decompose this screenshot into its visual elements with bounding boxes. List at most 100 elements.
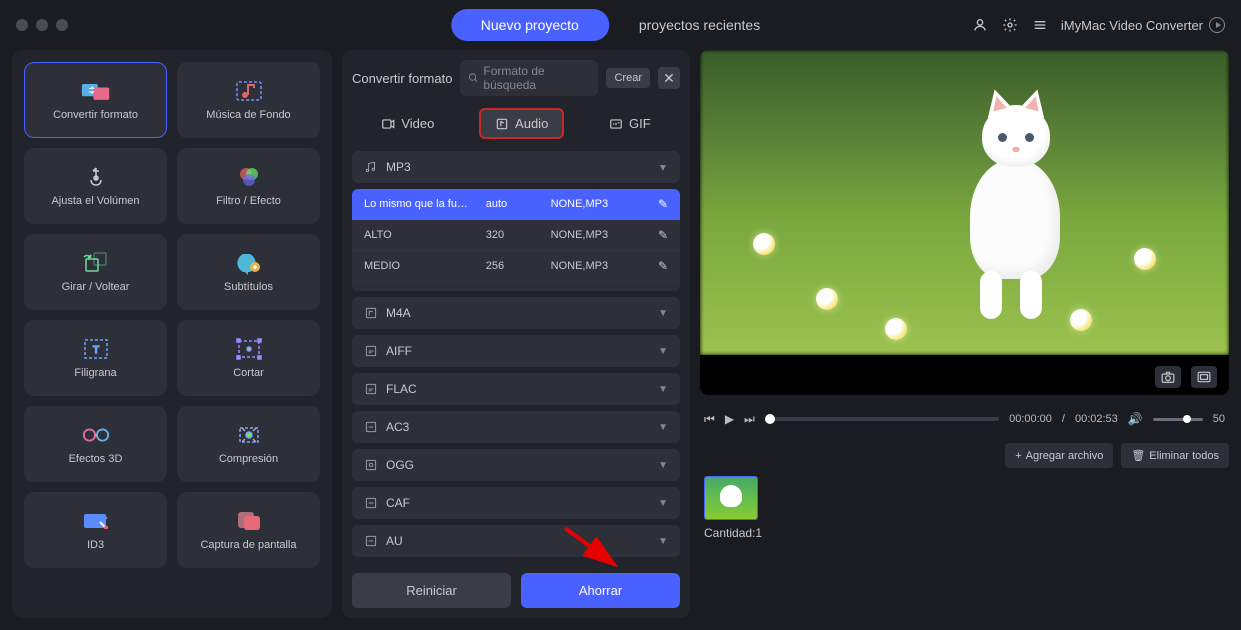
chevron-down-icon: ▼: [658, 384, 668, 395]
tab-new-project[interactable]: Nuevo proyecto: [451, 9, 609, 41]
tab-video-label: Video: [401, 116, 434, 131]
format-au[interactable]: AU▼: [352, 525, 680, 557]
filter-icon: [234, 165, 264, 189]
sidebar-item-id3[interactable]: ID3: [24, 492, 167, 568]
play-button[interactable]: ▶: [725, 412, 734, 426]
format-label: AC3: [386, 420, 409, 434]
sidebar-item-rotate-flip[interactable]: Girar / Voltear: [24, 234, 167, 310]
format-aiff[interactable]: AIFF▼: [352, 335, 680, 367]
format-list: MP3 ▲ Lo mismo que la fu… auto NONE,MP3 …: [352, 151, 680, 557]
sidebar-item-convert-format[interactable]: Convertir formato: [24, 62, 167, 138]
format-ogg[interactable]: OGG▼: [352, 449, 680, 481]
close-window-icon[interactable]: [16, 19, 28, 31]
edit-icon[interactable]: ✎: [648, 228, 668, 242]
edit-icon[interactable]: ✎: [648, 259, 668, 273]
video-frame: [700, 50, 1229, 355]
sidebar-label: Compresión: [219, 453, 278, 465]
edit-icon[interactable]: ✎: [648, 197, 668, 211]
format-mp3[interactable]: MP3 ▲: [352, 151, 680, 183]
audio-format-icon: [364, 382, 378, 396]
tab-audio[interactable]: Audio: [479, 108, 564, 139]
sidebar-item-background-music[interactable]: Música de Fondo: [177, 62, 320, 138]
gif-icon: [609, 117, 623, 131]
snapshot-icon[interactable]: [1155, 366, 1181, 388]
format-panel-header: Convertir formato Formato de búsqueda Cr…: [352, 60, 680, 96]
close-panel-button[interactable]: ✕: [658, 67, 680, 89]
plus-icon: +: [1015, 450, 1021, 462]
search-placeholder: Formato de búsqueda: [483, 64, 590, 92]
save-button[interactable]: Ahorrar: [521, 573, 680, 608]
create-button[interactable]: Crear: [606, 68, 650, 88]
file-thumbnail[interactable]: [704, 476, 758, 520]
tab-recent-projects[interactable]: proyectos recientes: [609, 9, 790, 41]
time-total: 00:02:53: [1075, 413, 1118, 425]
audio-icon: [495, 117, 509, 131]
next-button[interactable]: ⏭: [744, 412, 755, 427]
format-label: CAF: [386, 496, 410, 510]
minimize-window-icon[interactable]: [36, 19, 48, 31]
sidebar-item-adjust-volume[interactable]: Ajusta el Volúmen: [24, 148, 167, 224]
tab-gif-label: GIF: [629, 116, 651, 131]
convert-format-icon: [81, 79, 111, 103]
add-file-button[interactable]: +Agregar archivo: [1005, 443, 1113, 468]
maximize-window-icon[interactable]: [56, 19, 68, 31]
playback-bar: ⏮ ▶ ⏭ 00:00:00 / 00:02:53 🔊 50: [700, 403, 1229, 435]
chevron-down-icon: ▼: [658, 536, 668, 547]
volume-slider[interactable]: [1153, 418, 1203, 421]
rotate-icon: [81, 251, 111, 275]
sidebar-item-crop[interactable]: Cortar: [177, 320, 320, 396]
quality-output: NONE,MP3: [551, 260, 648, 272]
volume-icon[interactable]: 🔊: [1128, 412, 1143, 426]
format-m4a[interactable]: M4A▼: [352, 297, 680, 329]
sidebar-item-watermark[interactable]: T Filigrana: [24, 320, 167, 396]
format-ac3[interactable]: AC3 ▼: [352, 411, 680, 443]
menu-icon[interactable]: [1031, 16, 1049, 34]
sidebar-label: Filtro / Efecto: [216, 195, 281, 207]
chevron-down-icon: ▼: [658, 308, 668, 319]
tab-video[interactable]: Video: [367, 110, 448, 137]
sidebar-item-screenshot[interactable]: Captura de pantalla: [177, 492, 320, 568]
sidebar-item-filter-effect[interactable]: Filtro / Efecto: [177, 148, 320, 224]
sidebar-label: Filigrana: [74, 367, 116, 379]
format-label: FLAC: [386, 382, 417, 396]
sidebar-label: Música de Fondo: [206, 109, 290, 121]
account-icon[interactable]: [971, 16, 989, 34]
window-controls: [16, 19, 68, 31]
tab-gif[interactable]: GIF: [595, 110, 665, 137]
quality-bitrate: auto: [486, 198, 551, 210]
video-preview[interactable]: [700, 50, 1229, 395]
quality-output: NONE,MP3: [551, 229, 648, 241]
quality-low[interactable]: BAJO 128 NONE,MP3 ✎: [352, 282, 680, 291]
quality-high[interactable]: ALTO 320 NONE,MP3 ✎: [352, 220, 680, 251]
prev-button[interactable]: ⏮: [704, 412, 715, 427]
format-caf[interactable]: CAF ▼: [352, 487, 680, 519]
quality-name: MEDIO: [364, 260, 486, 272]
sidebar-item-subtitles[interactable]: Subtítulos: [177, 234, 320, 310]
app-name-label: iMyMac Video Converter: [1061, 18, 1203, 33]
seek-slider[interactable]: [765, 417, 999, 421]
chevron-down-icon: ▼: [658, 498, 668, 509]
format-flac[interactable]: FLAC ▼: [352, 373, 680, 405]
screenshot-icon: [234, 509, 264, 533]
delete-all-button[interactable]: 🗑Eliminar todos: [1121, 443, 1229, 468]
edit-icon[interactable]: ✎: [648, 290, 668, 291]
sidebar-grid: Convertir formato Música de Fondo Ajusta…: [24, 62, 320, 568]
id3-icon: [81, 509, 111, 533]
quality-name: Lo mismo que la fu…: [364, 198, 486, 210]
time-current: 00:00:00: [1009, 413, 1052, 425]
quantity-label: Cantidad:1: [704, 526, 762, 540]
sidebar-item-compression[interactable]: Compresión: [177, 406, 320, 482]
fullscreen-icon[interactable]: [1191, 366, 1217, 388]
sidebar-item-3d-effects[interactable]: Efectos 3D: [24, 406, 167, 482]
reset-button[interactable]: Reiniciar: [352, 573, 511, 608]
watermark-icon: T: [81, 337, 111, 361]
compression-icon: [234, 423, 264, 447]
volume-value: 50: [1213, 413, 1225, 425]
settings-icon[interactable]: [1001, 16, 1019, 34]
audio-format-icon: [364, 534, 378, 548]
search-input[interactable]: Formato de búsqueda: [460, 60, 598, 96]
file-actions: +Agregar archivo 🗑Eliminar todos: [700, 443, 1229, 468]
chevron-down-icon: ▼: [658, 422, 668, 433]
quality-medium[interactable]: MEDIO 256 NONE,MP3 ✎: [352, 251, 680, 282]
quality-same-as-source[interactable]: Lo mismo que la fu… auto NONE,MP3 ✎: [352, 189, 680, 220]
